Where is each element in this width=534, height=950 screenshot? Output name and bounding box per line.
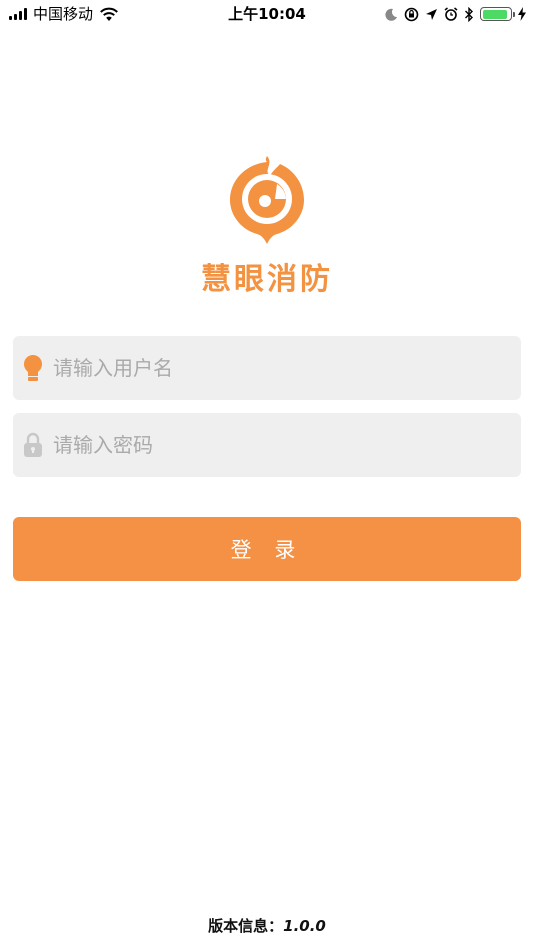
password-input[interactable] bbox=[53, 413, 503, 477]
version-info: 版本信息：1.0.0 bbox=[0, 915, 534, 936]
login-screen: 中国移动 上午10:04 慧眼消防 请输入用户名 登 录 版本信息：1.0.0 bbox=[0, 0, 534, 950]
version-number: 1.0.0 bbox=[283, 917, 326, 935]
status-bar: 中国移动 上午10:04 bbox=[0, 0, 534, 28]
battery-icon bbox=[480, 7, 515, 21]
location-arrow-icon bbox=[426, 8, 437, 20]
user-pin-icon bbox=[24, 355, 42, 381]
battery-fill bbox=[482, 9, 507, 19]
status-right bbox=[385, 4, 526, 24]
battery-cap bbox=[512, 12, 515, 17]
moon-icon bbox=[385, 8, 397, 21]
username-field[interactable] bbox=[13, 336, 521, 400]
bluetooth-icon bbox=[465, 6, 473, 22]
version-label: 版本信息： bbox=[208, 917, 284, 935]
login-button[interactable]: 登 录 bbox=[13, 517, 521, 581]
charging-bolt-icon bbox=[518, 7, 526, 21]
password-field[interactable] bbox=[13, 413, 521, 477]
username-input[interactable] bbox=[53, 336, 503, 400]
orientation-lock-icon bbox=[404, 7, 419, 21]
app-logo bbox=[230, 156, 304, 244]
lock-icon bbox=[24, 432, 42, 457]
alarm-icon bbox=[444, 7, 458, 21]
app-name: 慧眼消防 bbox=[201, 262, 333, 297]
